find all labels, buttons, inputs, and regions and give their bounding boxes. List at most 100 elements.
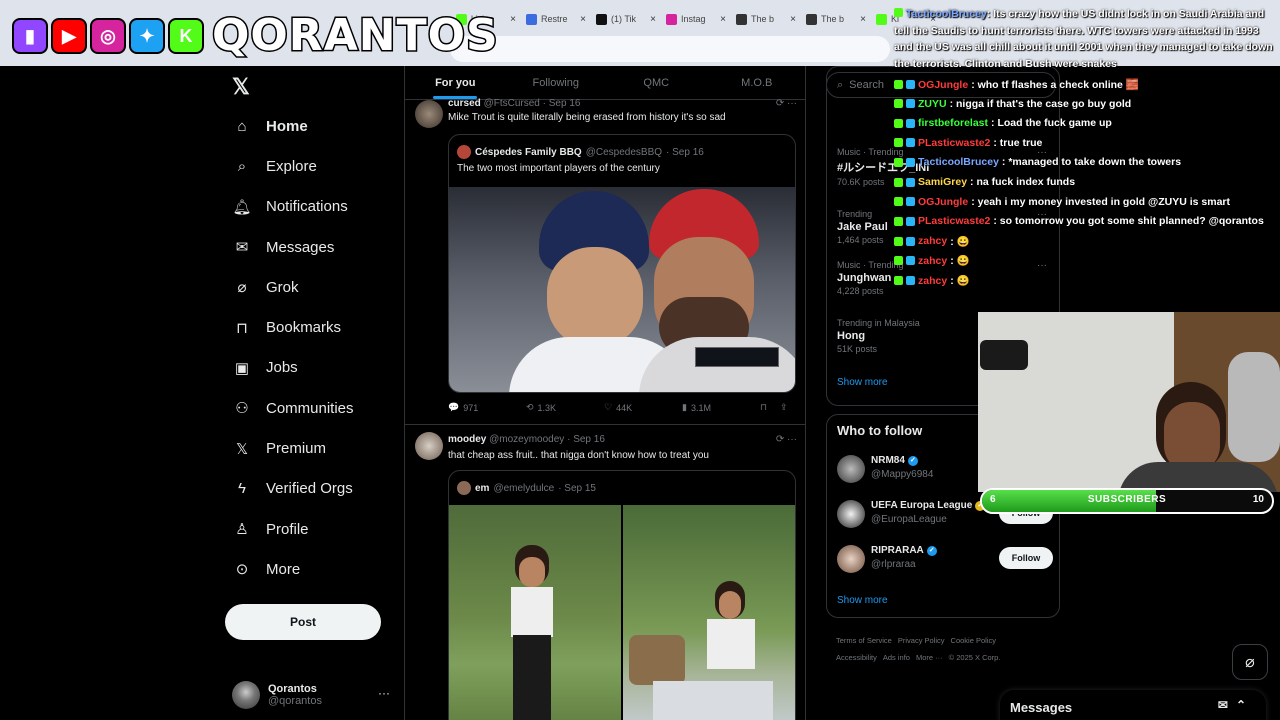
sidebar-item-notifications[interactable]: 🔔︎ Notifications <box>228 187 398 227</box>
sidebar-item-jobs[interactable]: ▣ Jobs <box>228 348 398 388</box>
tweet-avatar[interactable] <box>415 100 443 128</box>
x-logo-icon[interactable]: 𝕏 <box>232 74 250 100</box>
suggestion-name-text: NRM84 <box>871 455 905 466</box>
sidebar-item-home[interactable]: ⌂ Home <box>228 106 398 146</box>
browser-tab[interactable]: The b × <box>732 8 800 30</box>
sidebar-item-messages[interactable]: ✉ Messages <box>228 227 398 267</box>
tweet[interactable]: cursed @FtsCursed · Sep 16 ⟳ ··· Mike Tr… <box>405 98 805 425</box>
footer-link[interactable]: Accessibility <box>836 653 877 662</box>
tab-close-icon[interactable]: × <box>580 14 590 25</box>
grok-icon: ⌀ <box>237 279 247 297</box>
tweet-media-image-right[interactable] <box>623 505 795 720</box>
quoted-tweet[interactable]: Céspedes Family BBQ @CespedesBBQ · Sep 1… <box>448 134 796 393</box>
quote-author-name: Céspedes Family BBQ <box>475 146 582 158</box>
tweet-author-name[interactable]: moodey <box>448 434 486 445</box>
footer-link[interactable]: More ··· <box>916 653 943 662</box>
chat-username: TacticoolBrucey <box>905 8 987 20</box>
tab-title: The b <box>821 14 845 24</box>
share-button[interactable]: ⇪ <box>780 402 788 413</box>
kick-badge-icon <box>894 157 903 167</box>
chat-message: zahcy: 😀 <box>894 235 970 248</box>
avatar[interactable] <box>837 500 865 528</box>
search-placeholder: Search <box>849 79 885 91</box>
subscriber-goal: 10 <box>1252 494 1264 505</box>
kick-badge-icon <box>894 80 903 89</box>
tweet-avatar[interactable] <box>415 432 443 460</box>
tab-close-icon[interactable]: × <box>860 14 870 25</box>
repost-button[interactable]: ⟲ 1.3K <box>526 402 604 413</box>
footer-link[interactable]: © 2025 X Corp. <box>949 653 1001 662</box>
tab-close-icon[interactable]: × <box>650 14 660 25</box>
sidebar-item-label: Home <box>266 117 308 135</box>
tab-qmc[interactable]: QMC <box>606 66 707 99</box>
footer-link[interactable]: Privacy Policy <box>898 636 945 645</box>
suggestion-name: RIPRARAA ✓ <box>871 545 937 556</box>
chat-message: OGJungle: who tf flashes a check online … <box>894 78 1139 91</box>
account-switcher[interactable]: Qorantos @qorantos ··· <box>232 680 392 710</box>
kick-icon: K <box>168 18 204 54</box>
tab-m-o-b[interactable]: M.O.B <box>707 66 806 99</box>
tab-close-icon[interactable]: × <box>510 14 520 25</box>
sidebar-item-label: Jobs <box>266 359 298 377</box>
search-icon: ⌕ <box>837 78 844 91</box>
post-button[interactable]: Post <box>225 604 381 640</box>
tweet-more-icon[interactable]: ⟳ ··· <box>776 98 797 109</box>
sidebar-item-profile[interactable]: ♙ Profile <box>228 509 398 549</box>
bookmark-button[interactable]: ⊓ <box>760 402 780 413</box>
tab-for-you[interactable]: For you <box>405 66 506 99</box>
avatar[interactable] <box>837 455 865 483</box>
sidebar-item-premium[interactable]: 𝕏 Premium <box>228 428 398 468</box>
messages-drawer[interactable]: Messages ✉⌃ <box>1000 690 1266 720</box>
views-button[interactable]: ▮ 3.1M <box>682 402 760 413</box>
quote-text: The two most important players of the ce… <box>457 163 660 174</box>
footer-link[interactable]: Terms of Service <box>836 636 892 645</box>
tab-close-icon[interactable]: × <box>790 14 800 25</box>
sidebar-item-more[interactable]: ⊙ More <box>228 549 398 589</box>
follow-button[interactable]: Follow <box>999 547 1053 569</box>
sidebar-item-grok[interactable]: ⌀ Grok <box>228 267 398 307</box>
tweet-media-image[interactable] <box>449 187 795 392</box>
browser-tab[interactable]: Restre × <box>522 8 590 30</box>
sidebar-item-label: Verified Orgs <box>266 480 353 498</box>
footer-link[interactable]: Cookie Policy <box>951 636 996 645</box>
tweet-media-image-left[interactable] <box>449 505 621 720</box>
trend-more-icon[interactable]: ··· <box>1037 260 1047 271</box>
tweet-header: moodey @mozeymoodey · Sep 16 <box>448 434 605 445</box>
chat-username: SamiGrey <box>918 176 968 188</box>
timeline: For you Following QMC M.O.B cursed @FtsCurs… <box>404 66 806 720</box>
quote-date: · Sep 16 <box>666 146 704 158</box>
footer-link[interactable]: Ads info <box>883 653 910 662</box>
sidebar-item-bookmarks[interactable]: ⊓ Bookmarks <box>228 307 398 347</box>
compose-message-icon[interactable]: ✉⌃ <box>1218 698 1254 712</box>
sidebar-item-label: Premium <box>266 440 327 458</box>
like-button[interactable]: ♡ 44K <box>604 402 682 413</box>
sidebar-item-communities[interactable]: ⚇ Communities <box>228 388 398 428</box>
tweet-more-icon[interactable]: ⟳ ··· <box>776 434 797 445</box>
follow-suggestion[interactable]: RIPRARAA ✓ @rlpraraa Follow <box>837 541 1053 577</box>
verified-badge-icon: ✓ <box>907 455 918 466</box>
tweet-date: · Sep 16 <box>567 434 605 445</box>
chart-icon: ▮ <box>682 402 687 412</box>
sidebar-item-verified-orgs[interactable]: ϟ Verified Orgs <box>228 469 398 509</box>
more-dots-icon[interactable]: ··· <box>378 686 390 700</box>
tab-following[interactable]: Following <box>506 66 607 99</box>
verified-badge-icon: ✓ <box>926 545 937 556</box>
account-name: Qorantos <box>268 683 317 695</box>
browser-tab[interactable]: The b × <box>802 8 870 30</box>
tab-close-icon[interactable]: × <box>720 14 730 25</box>
avatar[interactable] <box>837 545 865 573</box>
reply-button[interactable]: 💬 971 <box>448 402 526 413</box>
tweet[interactable]: moodey @mozeymoodey · Sep 16 ⟳ ··· that … <box>405 432 805 720</box>
browser-tab[interactable]: Instag × <box>662 8 730 30</box>
grok-floating-button[interactable]: ⌀ <box>1232 644 1268 680</box>
tweet-date: · Sep 16 <box>542 98 581 109</box>
chat-text: : na fuck index funds <box>970 176 1076 188</box>
tweet-author-name[interactable]: cursed <box>448 98 481 109</box>
quoted-tweet[interactable]: em @emelydulce · Sep 15 <box>448 470 796 720</box>
show-more-trends-link[interactable]: Show more <box>837 377 888 388</box>
sidebar-item-explore[interactable]: ⌕ Explore <box>228 146 398 186</box>
chat-text: : yeah i my money invested in gold @ZUYU… <box>971 195 1230 208</box>
browser-address-bar[interactable] <box>450 36 890 62</box>
browser-tab[interactable]: (1) Tik × <box>592 8 660 30</box>
show-more-follow-link[interactable]: Show more <box>837 595 888 606</box>
